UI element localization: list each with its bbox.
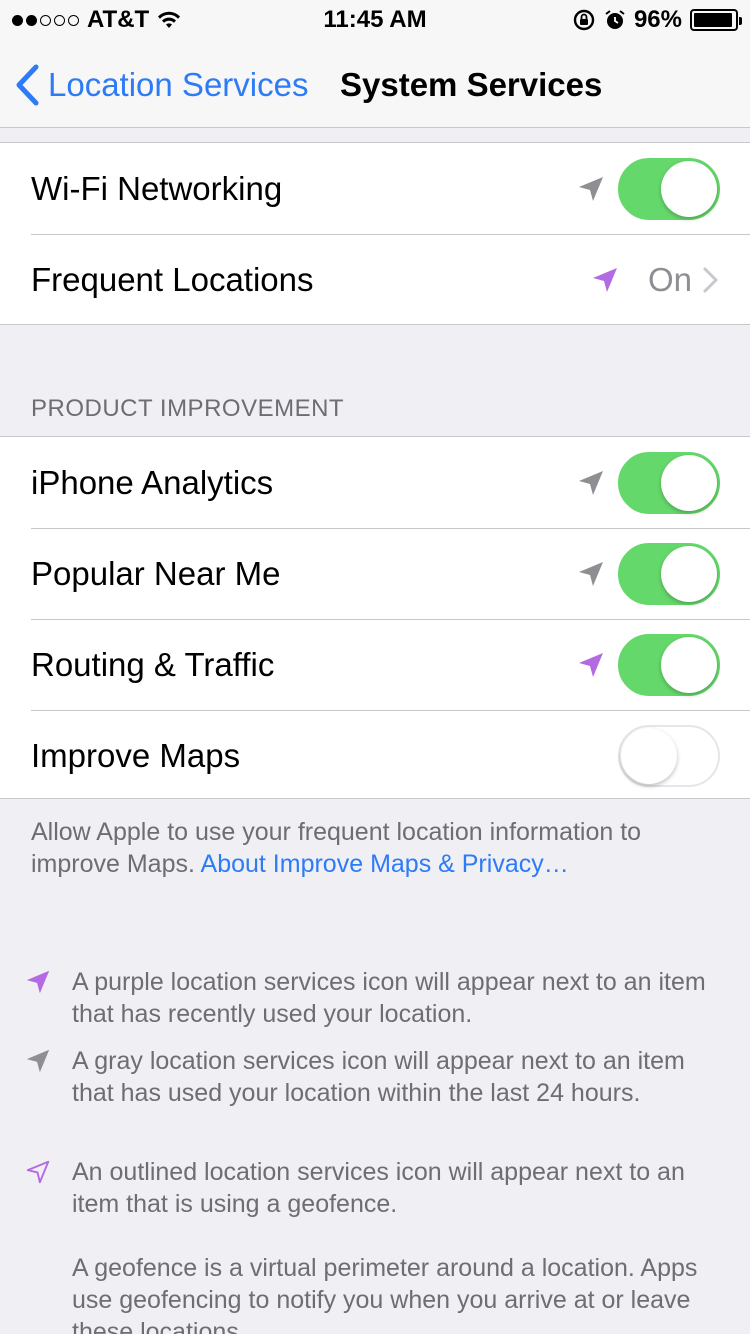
popular-near-me-toggle[interactable]	[618, 542, 720, 605]
about-improve-maps-link[interactable]: About Improve Maps & Privacy…	[201, 850, 569, 878]
row-label: Routing & Traffic	[31, 645, 275, 683]
battery-percent: 96%	[633, 6, 682, 33]
row-label: Popular Near Me	[31, 554, 281, 592]
row-label: Wi-Fi Networking	[31, 169, 283, 207]
gray-location-arrow-icon	[576, 559, 606, 589]
legend-text: A purple location services icon will app…	[72, 968, 706, 1028]
wifi-networking-toggle[interactable]	[618, 157, 720, 220]
alarm-icon	[605, 10, 625, 29]
carrier-label: AT&T	[87, 6, 150, 33]
chevron-left-icon	[16, 64, 39, 106]
back-button-label: Location Services	[48, 66, 309, 103]
services-group: Wi-Fi Networking Frequent Locations On	[0, 142, 750, 325]
product-improvement-group: iPhone Analytics Popular Near Me Routing…	[0, 436, 750, 799]
orientation-lock-icon	[573, 9, 595, 31]
legend-text: A gray location services icon will appea…	[72, 1047, 685, 1107]
frequent-locations-value: On	[647, 260, 692, 298]
improve-maps-toggle[interactable]	[618, 724, 720, 787]
popular-near-me-row: Popular Near Me	[0, 528, 750, 619]
gray-location-arrow-icon	[24, 1047, 52, 1075]
gray-location-arrow-icon	[576, 174, 606, 204]
status-bar: AT&T 11:45 AM 96%	[0, 0, 750, 40]
improve-maps-description: Allow Apple to use your frequent locatio…	[31, 816, 721, 880]
row-label: Frequent Locations	[31, 260, 314, 298]
chevron-right-icon	[702, 266, 720, 294]
row-label: iPhone Analytics	[31, 463, 274, 501]
legend-text: An outlined location services icon will …	[72, 1158, 685, 1218]
wifi-networking-row: Wi-Fi Networking	[0, 143, 750, 234]
navigation-bar: Location Services System Services	[0, 40, 750, 128]
back-button[interactable]: Location Services	[14, 64, 308, 106]
purple-location-arrow-icon	[590, 265, 620, 295]
outlined-location-arrow-icon	[24, 1158, 52, 1186]
wifi-icon	[158, 11, 181, 28]
page-title: System Services	[340, 66, 603, 103]
iphone-analytics-toggle[interactable]	[618, 451, 720, 514]
geofence-note-text: A geofence is a virtual perimeter around…	[72, 1254, 698, 1334]
frequent-locations-row[interactable]: Frequent Locations On	[0, 234, 750, 325]
gray-location-arrow-icon	[576, 468, 606, 498]
section-header: PRODUCT IMPROVEMENT	[31, 395, 345, 422]
battery-icon	[690, 9, 742, 31]
routing-traffic-row: Routing & Traffic	[0, 619, 750, 710]
iphone-analytics-row: iPhone Analytics	[0, 437, 750, 528]
purple-location-arrow-icon	[576, 650, 606, 680]
improve-maps-row: Improve Maps	[0, 710, 750, 801]
row-label: Improve Maps	[31, 736, 241, 774]
routing-traffic-toggle[interactable]	[618, 633, 720, 696]
purple-location-arrow-icon	[24, 968, 52, 996]
signal-strength-icon	[12, 14, 79, 26]
